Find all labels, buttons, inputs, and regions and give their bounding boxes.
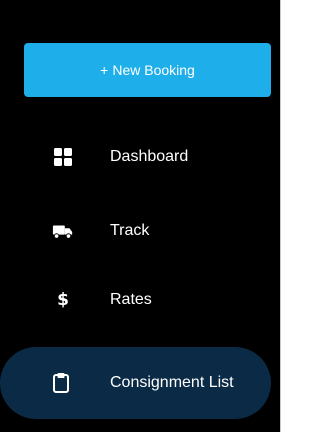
sidebar-item-track[interactable]: Track (24, 203, 271, 259)
sidebar: + New Booking Dashboard Track $ Rates Co… (0, 0, 280, 432)
dashboard-grid-icon (52, 146, 74, 168)
sidebar-item-rates[interactable]: $ Rates (24, 272, 271, 328)
sidebar-item-consignment-list[interactable]: Consignment List (0, 347, 271, 419)
clipboard-icon (50, 372, 72, 394)
sidebar-item-label: Dashboard (110, 148, 189, 165)
content-edge (280, 0, 291, 432)
dollar-icon: $ (57, 290, 69, 310)
plus-icon: + (100, 62, 109, 78)
sidebar-item-label: Rates (110, 291, 152, 308)
sidebar-item-label: Consignment List (110, 374, 234, 391)
sidebar-item-dashboard[interactable]: Dashboard (24, 129, 271, 185)
sidebar-item-label: Track (110, 222, 150, 239)
truck-icon (52, 220, 74, 242)
new-booking-label: New Booking (112, 62, 195, 78)
new-booking-button[interactable]: + New Booking (24, 43, 271, 97)
